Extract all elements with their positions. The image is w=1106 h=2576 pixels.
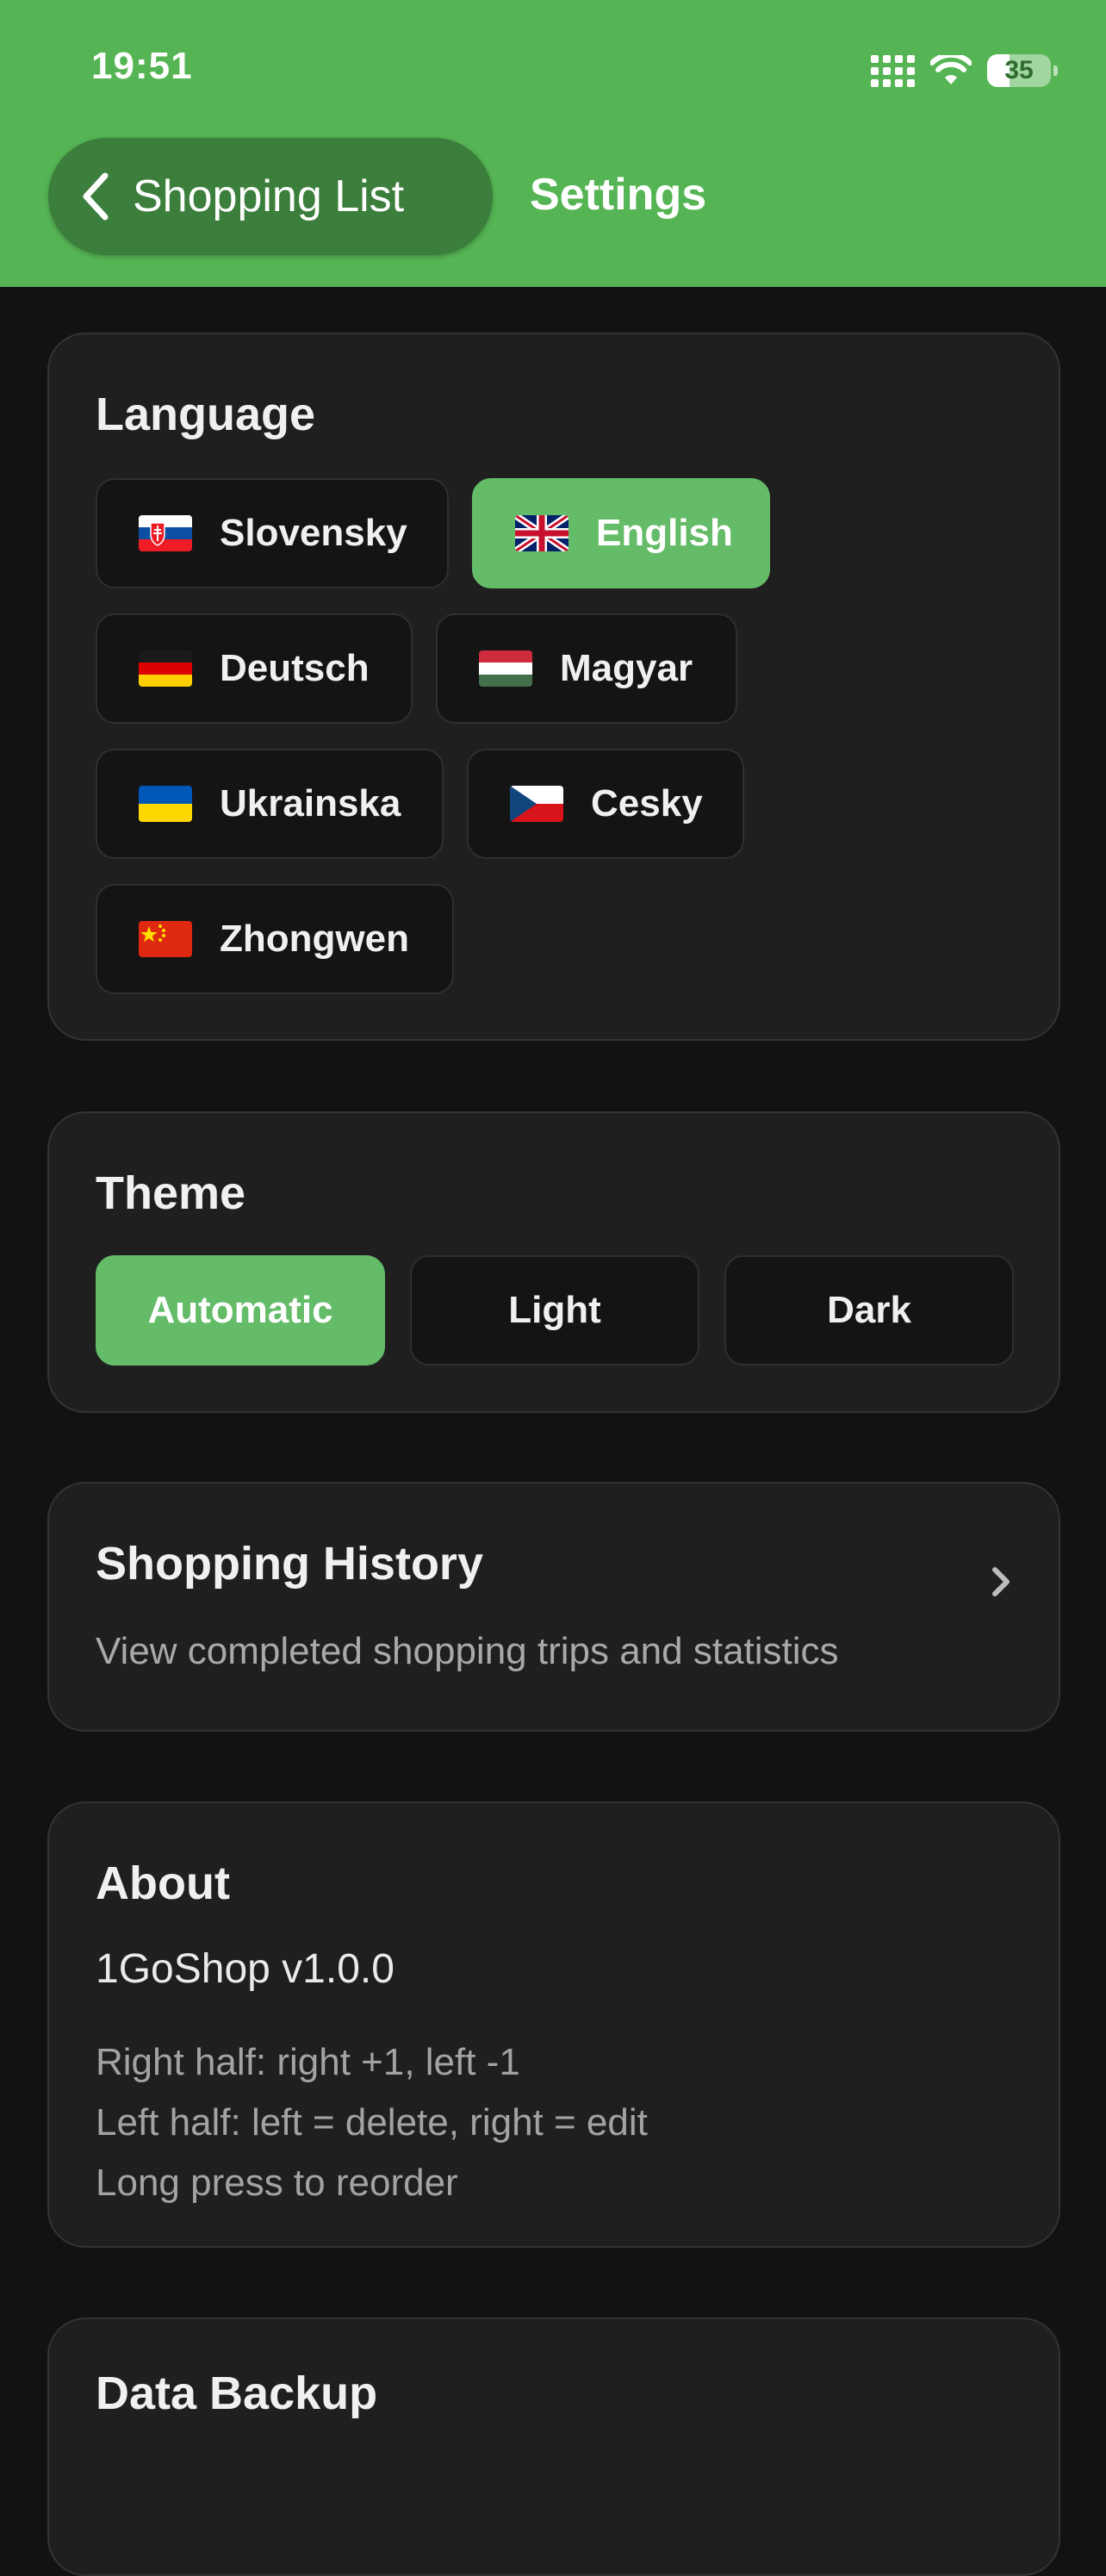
language-option-slovensky[interactable]: Slovensky xyxy=(96,478,449,588)
theme-title: Theme xyxy=(96,1167,246,1219)
language-option-label: Cesky xyxy=(591,782,703,824)
china-flag-icon xyxy=(139,921,192,957)
language-option-label: Slovensky xyxy=(220,512,407,554)
language-option-label: Deutsch xyxy=(220,647,370,689)
help-line: Right half: right +1, left -1 xyxy=(96,2041,520,2083)
status-time: 19:51 xyxy=(91,45,193,87)
language-option-label: English xyxy=(596,512,733,554)
language-option-label: Zhongwen xyxy=(220,918,409,960)
language-option-cesky[interactable]: Cesky xyxy=(467,749,744,859)
data-backup-card[interactable]: Data Backup xyxy=(47,2318,1060,2576)
help-line: Long press to reorder xyxy=(96,2162,458,2204)
language-card: Language Slovensky English Deutsch Magya… xyxy=(47,333,1060,1041)
status-icons: 35 xyxy=(871,52,1058,90)
language-option-magyar[interactable]: Magyar xyxy=(436,613,737,724)
battery-percentage: 35 xyxy=(1004,56,1034,84)
data-backup-title: Data Backup xyxy=(96,2368,378,2419)
app-version: 1GoShop v1.0.0 xyxy=(96,1946,395,1992)
hungary-flag-icon xyxy=(479,650,532,687)
wifi-icon xyxy=(930,55,972,84)
back-button-label: Shopping List xyxy=(133,171,405,221)
germany-flag-icon xyxy=(139,650,192,687)
theme-option-automatic[interactable]: Automatic xyxy=(96,1255,385,1366)
theme-card: Theme Automatic Light Dark xyxy=(47,1111,1060,1413)
language-option-english[interactable]: English xyxy=(472,478,770,588)
back-button[interactable]: Shopping List xyxy=(48,138,493,255)
battery-icon: 35 xyxy=(987,54,1058,87)
chevron-right-icon xyxy=(992,1567,1010,1596)
czech-flag-icon xyxy=(510,786,563,822)
about-title: About xyxy=(96,1857,230,1909)
page-title: Settings xyxy=(530,170,707,220)
about-card: About 1GoShop v1.0.0 Right half: right +… xyxy=(47,1801,1060,2248)
language-option-label: Magyar xyxy=(560,647,693,689)
app-header: 19:51 35 Shopping List Settings xyxy=(0,0,1106,287)
uk-flag-icon xyxy=(515,515,569,551)
language-title: Language xyxy=(96,389,316,440)
language-option-zhongwen[interactable]: Zhongwen xyxy=(96,884,454,994)
gesture-help: Right half: right +1, left -1 Left half:… xyxy=(96,2032,648,2213)
shopping-history-description: View completed shopping trips and statis… xyxy=(96,1630,839,1672)
language-option-deutsch[interactable]: Deutsch xyxy=(96,613,413,724)
shopping-history-title: Shopping History xyxy=(96,1538,483,1590)
theme-option-dark[interactable]: Dark xyxy=(724,1255,1014,1366)
language-option-label: Ukrainska xyxy=(220,782,401,824)
shopping-history-card[interactable]: Shopping History View completed shopping… xyxy=(47,1482,1060,1732)
slovakia-flag-icon xyxy=(139,515,192,551)
chevron-left-icon xyxy=(83,172,109,221)
language-option-ukrainska[interactable]: Ukrainska xyxy=(96,749,444,859)
ukraine-flag-icon xyxy=(139,786,192,822)
cellular-signal-icon xyxy=(871,54,915,87)
help-line: Left half: left = delete, right = edit xyxy=(96,2101,648,2144)
theme-option-light[interactable]: Light xyxy=(410,1255,699,1366)
